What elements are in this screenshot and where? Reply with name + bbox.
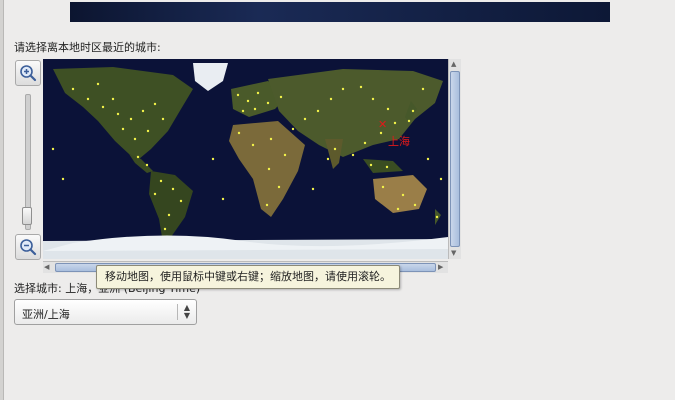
timezone-select[interactable]: 亚洲/上海 ▲ ▼ — [14, 299, 197, 325]
world-map[interactable]: ✕ 上海 — [43, 59, 448, 259]
scroll-right-arrow-icon[interactable]: ▶ — [438, 262, 443, 272]
selected-city-marker[interactable]: ✕ — [378, 119, 387, 130]
zoom-out-button[interactable] — [15, 234, 41, 260]
zoom-in-button[interactable] — [15, 60, 41, 86]
selected-city-label: 上海 — [388, 135, 410, 148]
scroll-left-arrow-icon[interactable]: ◀ — [44, 262, 49, 272]
map-tooltip: 移动地图，使用鼠标中键或右键；缩放地图，请使用滚轮。 — [96, 265, 400, 289]
timezone-prompt-label: 请选择离本地时区最近的城市: — [14, 41, 161, 54]
map-vertical-scroll-thumb[interactable] — [450, 71, 460, 247]
header-banner — [70, 2, 610, 22]
map-vertical-scrollbar[interactable]: ▲ ▼ — [448, 59, 461, 259]
select-chevron-icon: ▲ ▼ — [183, 303, 191, 320]
zoom-out-icon — [20, 239, 37, 256]
scroll-up-arrow-icon[interactable]: ▲ — [451, 59, 456, 69]
scroll-down-arrow-icon[interactable]: ▼ — [451, 248, 456, 258]
world-map-image — [43, 59, 448, 259]
zoom-in-icon — [20, 65, 37, 82]
select-separator — [177, 304, 178, 320]
zoom-slider-handle[interactable] — [22, 207, 32, 225]
window-left-edge — [0, 0, 4, 400]
timezone-select-value: 亚洲/上海 — [22, 308, 70, 321]
